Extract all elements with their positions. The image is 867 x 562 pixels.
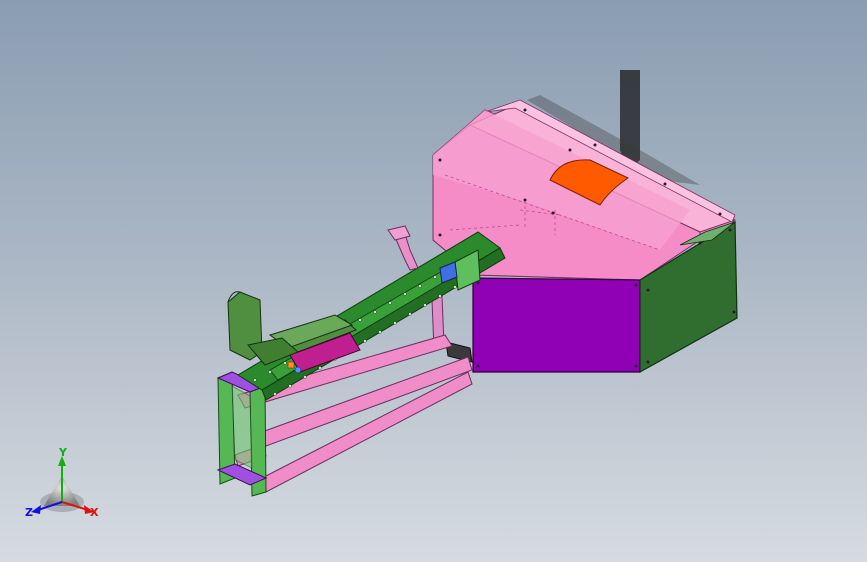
z-axis-label: Z bbox=[25, 506, 33, 519]
front-frame-inner bbox=[231, 385, 253, 469]
cad-model[interactable] bbox=[0, 0, 867, 562]
y-axis-label: Y bbox=[58, 446, 68, 459]
slider-detail-blue bbox=[294, 366, 302, 374]
coordinate-triad: Y X Z bbox=[25, 446, 99, 519]
graphics-viewport[interactable]: Y X Z bbox=[0, 0, 867, 562]
front-panel bbox=[472, 277, 641, 373]
x-axis-label: X bbox=[90, 506, 99, 519]
slider-detail-orange bbox=[287, 361, 295, 369]
